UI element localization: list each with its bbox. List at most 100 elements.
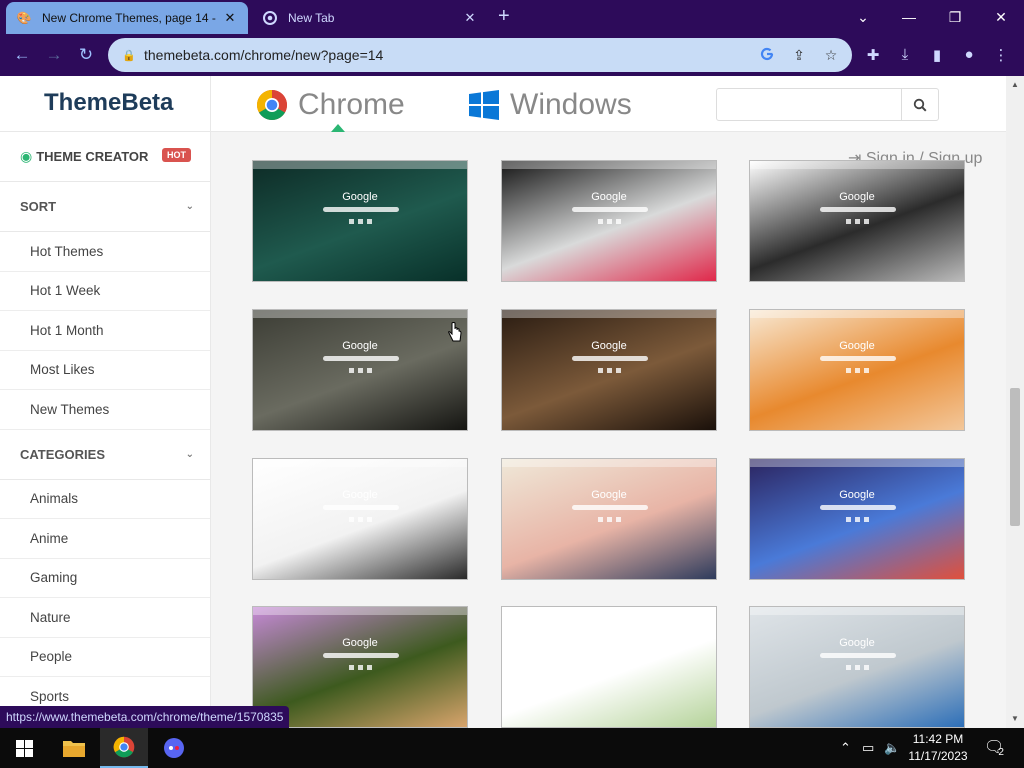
minimize-button[interactable]: — <box>886 0 932 34</box>
google-logo-text: Google <box>839 191 875 203</box>
sidebar-item-hot-1-month[interactable]: Hot 1 Month <box>0 311 210 351</box>
sidebar: ◉ THEME CREATOR HOT SORT ⌄ Hot Themes Ho… <box>0 132 211 710</box>
sidebar-item-most-likes[interactable]: Most Likes <box>0 351 210 390</box>
sort-heading: SORT <box>20 199 57 214</box>
download-icon[interactable]: ⤓ <box>894 46 916 63</box>
file-explorer-icon[interactable] <box>50 728 98 768</box>
page-scrollbar[interactable]: ▲ ▼ <box>1006 76 1024 728</box>
theme-card[interactable]: Google <box>252 309 468 431</box>
sidebar-item-animals[interactable]: Animals <box>0 480 210 519</box>
game-app-icon[interactable] <box>150 728 198 768</box>
notification-count: 2 <box>998 747 1004 758</box>
extensions-icon[interactable]: ✚ <box>862 46 884 64</box>
taskbar-clock[interactable]: 11:42 PM 11/17/2023 <box>906 731 970 765</box>
theme-card[interactable]: Google <box>749 606 965 728</box>
search-icon[interactable] <box>901 88 939 121</box>
scroll-up-icon[interactable]: ▲ <box>1010 80 1020 89</box>
google-logo-text: Google <box>342 340 378 352</box>
back-icon[interactable]: ← <box>11 44 33 66</box>
theme-card[interactable]: Google <box>749 458 965 580</box>
theme-card[interactable]: Google <box>252 458 468 580</box>
sidebar-item-new-themes[interactable]: New Themes <box>0 390 210 430</box>
theme-card[interactable]: Google <box>501 160 717 282</box>
chrome-taskbar-icon[interactable] <box>100 728 148 768</box>
sidebar-item-gaming[interactable]: Gaming <box>0 559 210 598</box>
new-tab-button[interactable]: + <box>498 5 510 28</box>
sort-section-toggle[interactable]: SORT ⌄ <box>0 182 210 232</box>
lock-icon: 🔒 <box>122 49 136 62</box>
side-panel-icon[interactable]: ▮ <box>926 46 948 64</box>
platform-chrome[interactable]: Chrome <box>256 88 405 122</box>
tab-close-icon[interactable]: ✕ <box>462 10 478 26</box>
themebeta-favicon-icon: 🎨 <box>16 11 32 25</box>
google-logo-text: Google <box>591 191 627 203</box>
tab-close-icon[interactable]: ✕ <box>222 10 238 26</box>
google-logo-text: Google <box>342 191 378 203</box>
hot-badge: HOT <box>162 148 191 162</box>
sidebar-item-people[interactable]: People <box>0 638 210 677</box>
google-logo-text: Google <box>839 340 875 352</box>
chrome-logo-icon <box>256 90 288 121</box>
chevron-down-icon: ⌄ <box>185 201 194 212</box>
platform-windows[interactable]: Windows <box>468 88 632 122</box>
categories-heading: CATEGORIES <box>20 446 105 462</box>
hand-cursor-icon <box>448 322 462 342</box>
tab-title: New Tab <box>288 11 335 25</box>
tab-search-button[interactable]: ⌄ <box>840 0 886 34</box>
sidebar-item-hot-1-week[interactable]: Hot 1 Week <box>0 272 210 311</box>
chrome-favicon-icon <box>262 10 278 26</box>
site-logo[interactable]: ThemeBeta <box>44 89 173 117</box>
platform-label: Chrome <box>298 88 405 121</box>
theme-card[interactable]: Google <box>252 160 468 282</box>
chevron-down-icon: ⌄ <box>185 448 194 460</box>
sidebar-item-hot-themes[interactable]: Hot Themes <box>0 232 210 272</box>
theme-card[interactable]: Google <box>749 160 965 282</box>
clock-date: 11/17/2023 <box>908 749 968 763</box>
bookmark-star-icon[interactable]: ☆ <box>822 47 840 64</box>
close-window-button[interactable]: ✕ <box>978 0 1024 34</box>
google-logo-text: Google <box>591 340 627 352</box>
theme-creator-label: THEME CREATOR <box>36 149 149 164</box>
google-logo-text: Google <box>839 637 875 649</box>
address-bar[interactable]: 🔒 themebeta.com/chrome/new?page=14 ⇪ ☆ <box>108 38 852 72</box>
network-icon[interactable]: ▭ <box>862 740 874 756</box>
browser-toolbar: ← → ↻ 🔒 themebeta.com/chrome/new?page=14… <box>0 34 1024 76</box>
theme-grid: ⇥ Sign in / Sign up Google Google Google… <box>211 132 1006 728</box>
taskbar: ⌃ ▭ 🔈 11:42 PM 11/17/2023 🗨2 <box>0 728 1024 768</box>
notifications-icon[interactable]: 🗨2 <box>984 737 1010 758</box>
theme-creator-link[interactable]: ◉ THEME CREATOR HOT <box>0 132 210 182</box>
google-logo-text: Google <box>591 489 627 501</box>
theme-card[interactable]: Google <box>501 309 717 431</box>
categories-section-toggle[interactable]: CATEGORIES ⌄ <box>0 430 210 480</box>
header-divider <box>210 76 211 132</box>
scrollbar-thumb[interactable] <box>1010 388 1020 526</box>
profile-avatar-icon[interactable]: ● <box>958 46 980 63</box>
share-icon[interactable]: ⇪ <box>790 47 808 64</box>
menu-icon[interactable]: ⋮ <box>990 46 1012 64</box>
forward-icon[interactable]: → <box>43 44 65 66</box>
platform-label: Windows <box>510 88 632 121</box>
site-search-input[interactable] <box>716 88 902 121</box>
show-hidden-icons-icon[interactable]: ⌃ <box>840 740 851 756</box>
chrome-small-icon: ◉ <box>20 148 33 164</box>
tab-title: New Chrome Themes, page 14 - <box>42 11 216 25</box>
tab-themebeta[interactable]: 🎨 New Chrome Themes, page 14 - ✕ <box>6 2 248 34</box>
tab-strip: 🎨 New Chrome Themes, page 14 - ✕ New Tab… <box>0 0 1024 34</box>
windows-logo-icon <box>469 90 499 120</box>
sidebar-item-anime[interactable]: Anime <box>0 519 210 559</box>
scroll-down-icon[interactable]: ▼ <box>1010 714 1020 723</box>
active-platform-indicator <box>331 124 345 132</box>
volume-muted-icon[interactable]: 🔈 <box>884 740 900 756</box>
restore-button[interactable]: ❐ <box>932 0 978 34</box>
google-lens-icon[interactable] <box>758 47 776 64</box>
windows-start-icon[interactable] <box>0 728 48 768</box>
theme-card[interactable]: Google <box>749 309 965 431</box>
google-logo-text: Google <box>342 637 378 649</box>
google-logo-text: Google <box>342 489 378 501</box>
reload-icon[interactable]: ↻ <box>75 44 97 66</box>
tab-new-tab[interactable]: New Tab ✕ <box>252 2 488 34</box>
clock-time: 11:42 PM <box>912 732 964 746</box>
theme-card[interactable]: Google <box>501 458 717 580</box>
sidebar-item-nature[interactable]: Nature <box>0 598 210 638</box>
theme-card[interactable] <box>501 606 717 728</box>
